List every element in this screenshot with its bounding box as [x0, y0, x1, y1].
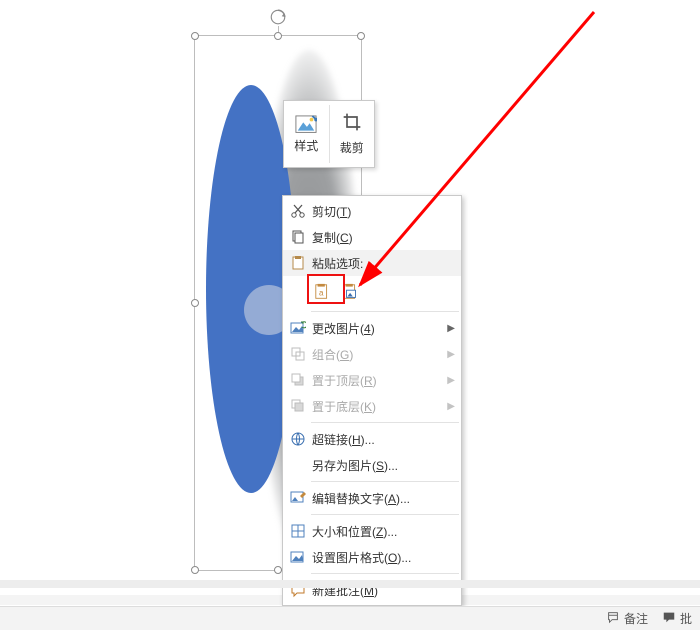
menu-change-picture-label: 更改图片(4)	[309, 320, 445, 337]
bring-front-icon	[287, 372, 309, 388]
picture-style-icon	[295, 115, 317, 133]
format-picture-icon	[287, 549, 309, 565]
menu-bring-front-label: 置于顶层(R)	[309, 372, 445, 389]
change-picture-icon	[287, 320, 309, 336]
alt-text-icon	[287, 490, 309, 506]
comment-icon	[662, 610, 676, 627]
style-button[interactable]: 样式	[284, 101, 329, 167]
notes-icon	[606, 610, 620, 627]
menu-new-comment[interactable]: 新建批注(M)	[283, 577, 461, 603]
style-label: 样式	[294, 137, 318, 154]
resize-handle-ml[interactable]	[191, 299, 199, 307]
resize-handle-tm[interactable]	[274, 32, 282, 40]
cut-icon	[287, 203, 309, 219]
group-icon	[287, 346, 309, 362]
editing-canvas[interactable]: 样式 裁剪 剪切(T) 复制(C) 粘贴选项: a	[0, 0, 700, 600]
notes-button[interactable]: 备注	[606, 610, 648, 627]
menu-size-and-position[interactable]: 大小和位置(Z)...	[283, 518, 461, 544]
menu-cut-label: 剪切(T)	[309, 203, 455, 220]
menu-bring-to-front: 置于顶层(R) ▶	[283, 367, 461, 393]
paste-options-row: a	[283, 276, 461, 308]
crop-icon	[342, 112, 362, 135]
menu-edit-alt-text[interactable]: 编辑替换文字(A)...	[283, 485, 461, 511]
crop-button[interactable]: 裁剪	[330, 101, 375, 167]
crop-label: 裁剪	[340, 139, 364, 156]
menu-format-picture-label: 设置图片格式(O)...	[309, 549, 455, 566]
submenu-arrow-icon: ▶	[445, 323, 455, 334]
send-back-icon	[287, 398, 309, 414]
status-bar: 备注 批	[0, 606, 700, 630]
resize-handle-bm[interactable]	[274, 566, 282, 574]
menu-cut[interactable]: 剪切(T)	[283, 198, 461, 224]
menu-hyperlink-label: 超链接(H)...	[309, 431, 455, 448]
resize-handle-tr[interactable]	[357, 32, 365, 40]
menu-copy-label: 复制(C)	[309, 229, 455, 246]
comments-button[interactable]: 批	[662, 610, 692, 627]
notes-label: 备注	[624, 610, 648, 627]
menu-send-back-label: 置于底层(K)	[309, 398, 445, 415]
hyperlink-icon	[287, 431, 309, 447]
menu-separator	[311, 514, 459, 515]
menu-save-as-picture[interactable]: 另存为图片(S)...	[283, 452, 461, 478]
menu-send-to-back: 置于底层(K) ▶	[283, 393, 461, 419]
menu-group: 组合(G) ▶	[283, 341, 461, 367]
menu-size-position-label: 大小和位置(Z)...	[309, 523, 455, 540]
menu-group-label: 组合(G)	[309, 346, 445, 363]
menu-new-comment-label: 新建批注(M)	[309, 582, 455, 599]
submenu-arrow-icon: ▶	[445, 401, 455, 412]
resize-handle-bl[interactable]	[191, 566, 199, 574]
menu-paste-options-label: 粘贴选项:	[309, 255, 455, 272]
size-position-icon	[287, 523, 309, 539]
menu-separator	[311, 573, 459, 574]
comments-label: 批	[680, 610, 692, 627]
mini-toolbar: 样式 裁剪	[283, 100, 375, 168]
menu-separator	[311, 481, 459, 482]
menu-format-picture[interactable]: 设置图片格式(O)...	[283, 544, 461, 570]
menu-separator	[311, 422, 459, 423]
new-comment-icon	[287, 582, 309, 598]
paste-icon	[287, 255, 309, 271]
copy-icon	[287, 229, 309, 245]
annotation-highlight-box	[307, 274, 345, 304]
menu-save-as-picture-label: 另存为图片(S)...	[309, 457, 455, 474]
menu-change-picture[interactable]: 更改图片(4) ▶	[283, 315, 461, 341]
context-menu: 剪切(T) 复制(C) 粘贴选项: a 更改图片(4) ▶ 组合(G	[282, 195, 462, 606]
menu-separator	[311, 311, 459, 312]
menu-copy[interactable]: 复制(C)	[283, 224, 461, 250]
submenu-arrow-icon: ▶	[445, 349, 455, 360]
submenu-arrow-icon: ▶	[445, 375, 455, 386]
menu-paste-options: 粘贴选项:	[283, 250, 461, 276]
rotate-handle[interactable]	[269, 8, 287, 26]
menu-hyperlink[interactable]: 超链接(H)...	[283, 426, 461, 452]
resize-handle-tl[interactable]	[191, 32, 199, 40]
menu-alt-text-label: 编辑替换文字(A)...	[309, 490, 455, 507]
